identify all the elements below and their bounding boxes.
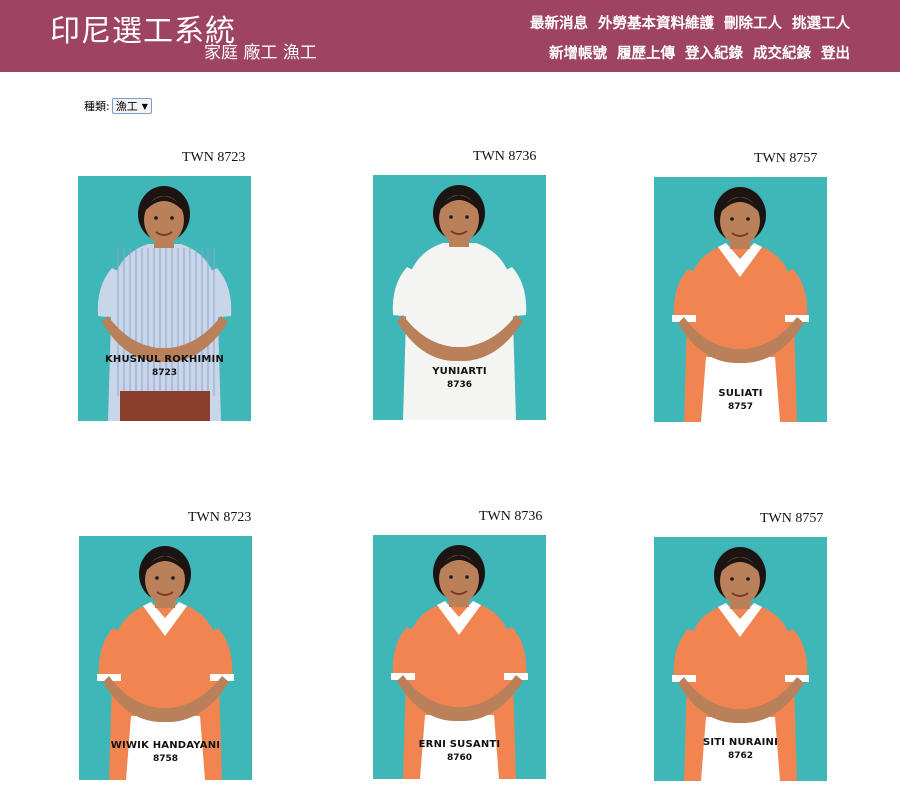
nav-select-worker[interactable]: 挑選工人 bbox=[792, 12, 850, 33]
app-subtitle: 家庭 廠工 漁工 bbox=[204, 43, 317, 63]
worker-name: SITI NURAINI bbox=[702, 737, 779, 748]
worker-photo[interactable]: SULIATI 8757 bbox=[654, 177, 827, 422]
worker-name: YUNIARTI bbox=[432, 366, 487, 377]
worker-photo[interactable]: KHUSNUL ROKHIMIN 8723 bbox=[78, 176, 251, 421]
category-filter: 種類: 漁工 ▼ bbox=[84, 98, 152, 114]
worker-card[interactable]: TWN 8757 SITI NURAINI 8762 bbox=[654, 511, 828, 783]
nav-news[interactable]: 最新消息 bbox=[530, 12, 588, 33]
worker-number: 8762 bbox=[727, 751, 754, 761]
nav-row-bottom: 新增帳號 履歷上傳 登入紀錄 成交紀錄 登出 bbox=[549, 42, 850, 63]
worker-photo[interactable]: SITI NURAINI 8762 bbox=[654, 537, 827, 781]
worker-code: TWN 8723 bbox=[182, 150, 246, 165]
worker-card[interactable]: TWN 8757 SULIATI 8757 bbox=[654, 151, 828, 423]
worker-name: SULIATI bbox=[718, 388, 763, 399]
nav-add-account[interactable]: 新增帳號 bbox=[549, 42, 607, 63]
worker-code: TWN 8736 bbox=[479, 509, 543, 524]
nav-worker-maintenance[interactable]: 外勞基本資料維護 bbox=[598, 12, 714, 33]
nav-row-top: 最新消息 外勞基本資料維護 刪除工人 挑選工人 bbox=[530, 12, 850, 33]
worker-code: TWN 8723 bbox=[188, 510, 252, 525]
category-selected-value: 漁工 bbox=[115, 100, 138, 113]
worker-name: ERNI SUSANTI bbox=[418, 739, 501, 750]
category-label: 種類: bbox=[84, 100, 110, 113]
portrait-graphic bbox=[654, 177, 827, 422]
worker-name: KHUSNUL ROKHIMIN bbox=[104, 354, 225, 365]
worker-photo[interactable]: WIWIK HANDAYANI 8758 bbox=[79, 536, 252, 780]
nav-login-records[interactable]: 登入紀錄 bbox=[685, 42, 743, 63]
worker-code: TWN 8757 bbox=[760, 511, 824, 526]
portrait-graphic bbox=[78, 176, 251, 421]
worker-card[interactable]: TWN 8723 WIWIK HANDAYANI 8758 bbox=[79, 510, 253, 782]
worker-number: 8757 bbox=[727, 402, 754, 412]
worker-card[interactable]: TWN 8736 YUNIARTI 8736 bbox=[373, 149, 547, 421]
worker-name: WIWIK HANDAYANI bbox=[110, 740, 221, 751]
worker-code: TWN 8757 bbox=[754, 151, 818, 166]
worker-card[interactable]: TWN 8723 KHUSNUL ROKHIMIN 8723 bbox=[78, 150, 252, 422]
worker-number: 8760 bbox=[446, 753, 473, 763]
header-bar: 印尼選工系統 家庭 廠工 漁工 最新消息 外勞基本資料維護 刪除工人 挑選工人 … bbox=[0, 0, 900, 72]
worker-number: 8758 bbox=[152, 754, 179, 764]
worker-number: 8723 bbox=[151, 368, 178, 378]
worker-card[interactable]: TWN 8736 ERNI SUSANTI 8760 bbox=[373, 509, 547, 781]
category-select[interactable]: 漁工 ▼ bbox=[111, 98, 152, 114]
nav-delete-worker[interactable]: 刪除工人 bbox=[724, 12, 782, 33]
dropdown-arrow-icon: ▼ bbox=[141, 101, 148, 111]
nav-deal-records[interactable]: 成交紀錄 bbox=[753, 42, 811, 63]
worker-photo[interactable]: YUNIARTI 8736 bbox=[373, 175, 546, 420]
worker-photo[interactable]: ERNI SUSANTI 8760 bbox=[373, 535, 546, 779]
nav-resume-upload[interactable]: 履歷上傳 bbox=[617, 42, 675, 63]
worker-number: 8736 bbox=[446, 380, 473, 390]
nav-logout[interactable]: 登出 bbox=[821, 42, 850, 63]
worker-code: TWN 8736 bbox=[473, 149, 537, 164]
